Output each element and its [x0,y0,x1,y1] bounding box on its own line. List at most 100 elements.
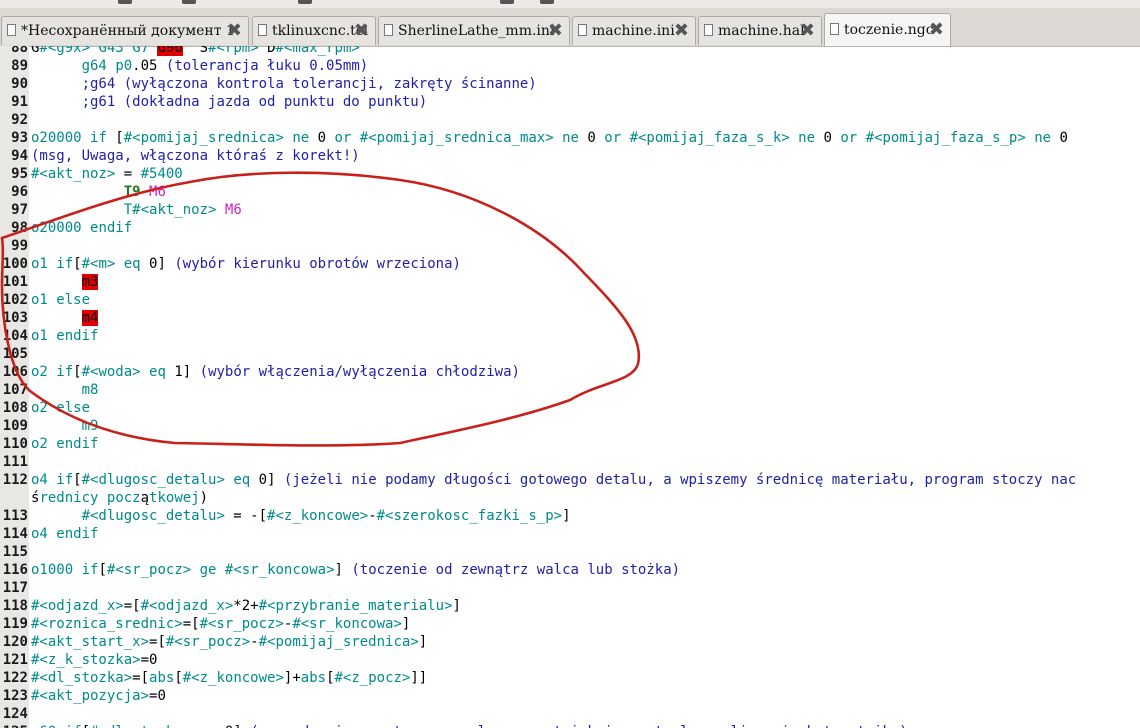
code-line[interactable]: o4 if[#<dlugosc_detalu> eq 0] (jeżeli ni… [31,471,1076,489]
tab-machine-ini[interactable]: machine.ini ✖ [572,16,696,45]
code-line[interactable]: o2 if[#<woda> eq 1] (wybór włączenia/wył… [31,363,520,381]
line-number: 110 [2,436,28,452]
document-icon [578,24,587,36]
code-line[interactable]: o1 if[#<m> eq 0] (wybór kierunku obrotów… [31,255,461,273]
toolbar-icon[interactable] [298,0,312,4]
code-line[interactable]: o1000 if[#<sr_pocz> ge #<sr_koncowa>] (t… [31,561,680,579]
line-number: 124 [2,706,28,722]
code-line[interactable]: m9 [31,417,99,435]
line-number: 90 [11,76,28,92]
code-line[interactable]: #<akt_noz> = #5400 [31,165,183,183]
line-number: 125 [0,723,28,728]
line-number: 121 [2,652,28,668]
code-line[interactable]: m8 [31,381,99,399]
line-number: 99 [11,238,28,254]
code-line[interactable]: m4 [31,309,99,327]
line-number: 91 [11,94,28,110]
line-number: 117 [2,580,28,596]
code-line[interactable]: o1 endif [31,327,98,345]
line-number: 108 [2,400,28,416]
line-number: 104 [2,328,28,344]
line-number-gutter: 88 89 90 91 92 93 94 95 96 97 98 99 100 … [0,46,29,728]
line-number: 123 [2,688,28,704]
code-line[interactable]: #<odjazd_x>=[#<odjazd_x>*2+#<przybranie_… [31,597,461,615]
line-number: 122 [2,670,28,686]
tab-label: SherlineLathe_mm.ini [398,23,555,39]
line-number: 96 [11,184,28,200]
tab-label: toczenie.ngc [844,22,934,38]
line-number: 89 [11,58,28,74]
document-icon [7,24,16,36]
code-line[interactable]: #<z_k_stozka>=0 [31,651,157,669]
code-line[interactable]: ;g61 (dokładna jazda od punktu do punktu… [31,93,428,111]
tab-machine-hal[interactable]: machine.hal ✖ [698,16,822,45]
code-line[interactable]: #<akt_start_x>=[#<sr_pocz>-#<pomijaj_sre… [31,633,427,651]
line-number: 120 [2,634,28,650]
close-icon[interactable]: ✖ [929,19,944,40]
toolbar-icon[interactable] [182,0,196,4]
code-line[interactable]: #<dlugosc_detalu> = -[#<z_koncowe>-#<sze… [31,507,571,525]
line-number: 113 [2,508,28,524]
code-editor[interactable]: 88 89 90 91 92 93 94 95 96 97 98 99 100 … [0,46,1140,728]
code-line[interactable]: o20000 if [#<pomijaj_srednica> ne 0 or #… [31,129,1068,147]
line-number: 111 [2,454,28,470]
close-icon[interactable]: ✖ [227,20,242,41]
document-icon [830,23,839,35]
code-line[interactable]: #<roznica_srednic>=[#<sr_pocz>-#<sr_konc… [31,615,410,633]
tab-unsaved-document[interactable]: *Несохранённый документ 1 ✖ [1,16,249,45]
close-icon[interactable]: ✖ [548,20,563,41]
close-icon[interactable]: ✖ [674,20,689,41]
line-number: 100 [2,256,28,272]
line-number: 103 [2,310,28,326]
code-line[interactable]: o2 endif [31,435,98,453]
line-number: 97 [11,202,28,218]
tab-label: *Несохранённый документ 1 [21,23,235,39]
code-line[interactable]: ;g64 (wyłączona kontrola tolerancji, zak… [31,75,537,93]
toolbar-icon[interactable] [500,0,514,4]
document-icon [258,24,267,36]
line-number: 115 [2,544,28,560]
tab-label: machine.ini [592,23,675,39]
code-line[interactable]: #<dl_stozka>=[abs[#<z_koncowe>]+abs[#<z_… [31,669,427,687]
line-number: 102 [2,292,28,308]
code-line[interactable]: o20000 endif [31,219,132,237]
tab-sherlinelathe[interactable]: SherlineLathe_mm.ini ✖ [378,16,570,45]
line-number: 109 [2,418,28,434]
toolbar-strip [0,0,1140,8]
code-line[interactable]: T#<akt_noz> M6 [31,201,242,219]
tab-bar: *Несохранённый документ 1 ✖ tklinuxcnc.t… [0,8,1140,47]
line-number: 98 [11,220,28,236]
code-line[interactable]: T9 M6 [31,183,166,201]
code-line[interactable]: m3 [31,273,99,291]
code-line[interactable]: (msg, Uwaga, włączona któraś z korekt!) [31,147,360,165]
line-number: 105 [2,346,28,362]
line-number: 101 [2,274,28,290]
line-number: 92 [11,112,28,128]
line-number: 106 [2,364,28,380]
line-number: 95 [11,166,28,182]
line-number: 88 [11,46,28,56]
line-number: 107 [2,382,28,398]
toolbar-icon[interactable] [118,0,132,4]
code-line[interactable]: o4 endif [31,525,98,543]
line-number: 116 [2,562,28,578]
tab-toczenie-ngc[interactable]: toczenie.ngc ✖ [824,13,951,46]
code-line[interactable]: g64 p0.05 (tolerancja łuku 0.05mm) [31,57,369,75]
code-line[interactable]: G#<g9x> G43 G7 G96 S#<rpm> D#<max_rpm> [31,46,360,57]
close-icon[interactable]: ✖ [800,20,815,41]
line-number: 94 [11,148,28,164]
document-icon [704,24,713,36]
code-line[interactable]: #<akt_pozycja>=0 [31,687,166,705]
line-number: 114 [2,526,28,542]
tab-label: machine.hal [718,23,805,39]
code-line[interactable]: o2 else [31,399,90,417]
line-number: 118 [2,598,28,614]
toolbar-icon[interactable] [540,0,554,4]
tab-tklinuxcnc[interactable]: tklinuxcnc.tcl ✖ [252,16,376,45]
code-line[interactable]: o60 if[#<dl_stozka> ne 0] (sprawdzenie c… [31,723,908,728]
line-number: 112 [2,472,28,488]
code-line[interactable]: o1 else [31,291,90,309]
document-icon [384,24,393,36]
close-icon[interactable]: ✖ [354,20,369,41]
code-line-wrapped[interactable]: średnicy początkowej) [31,489,208,507]
